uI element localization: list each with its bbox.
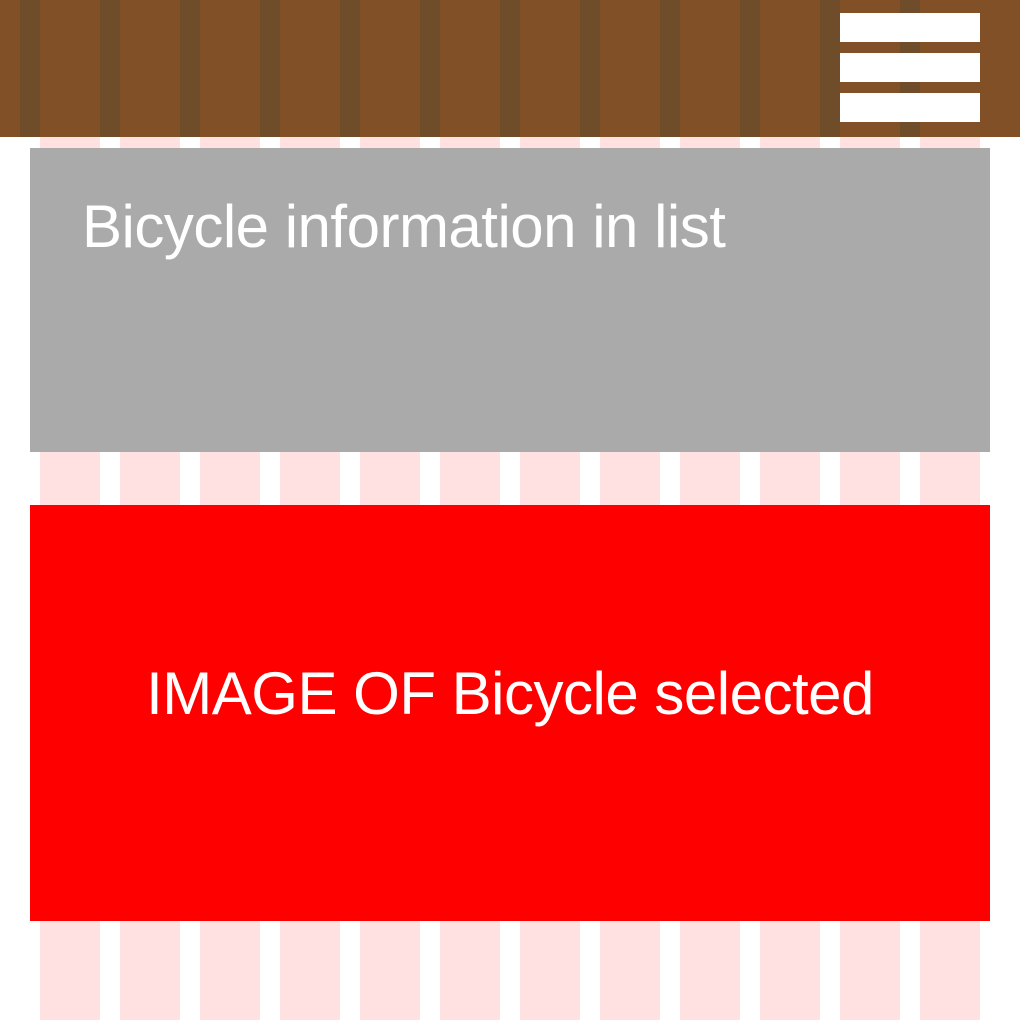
bicycle-info-panel[interactable]: Bicycle information in list [30, 148, 990, 452]
menu-line [840, 13, 980, 42]
header-bar [0, 0, 1020, 137]
hamburger-menu-icon[interactable] [840, 13, 980, 122]
page: Bicycle information in list IMAGE OF Bic… [0, 0, 1020, 1020]
header-stripe [420, 0, 440, 137]
header-stripe [740, 0, 760, 137]
header-stripe [180, 0, 200, 137]
header-stripe [500, 0, 520, 137]
header-stripe [340, 0, 360, 137]
menu-line [840, 53, 980, 82]
header-stripe [20, 0, 40, 137]
menu-line [840, 93, 980, 122]
bicycle-info-text: Bicycle information in list [82, 193, 726, 260]
header-stripe [580, 0, 600, 137]
header-stripe [820, 0, 840, 137]
header-stripe [260, 0, 280, 137]
bicycle-image-placeholder: IMAGE OF Bicycle selected [30, 505, 990, 921]
header-stripe [100, 0, 120, 137]
header-stripe [660, 0, 680, 137]
bicycle-image-label: IMAGE OF Bicycle selected [146, 659, 874, 727]
